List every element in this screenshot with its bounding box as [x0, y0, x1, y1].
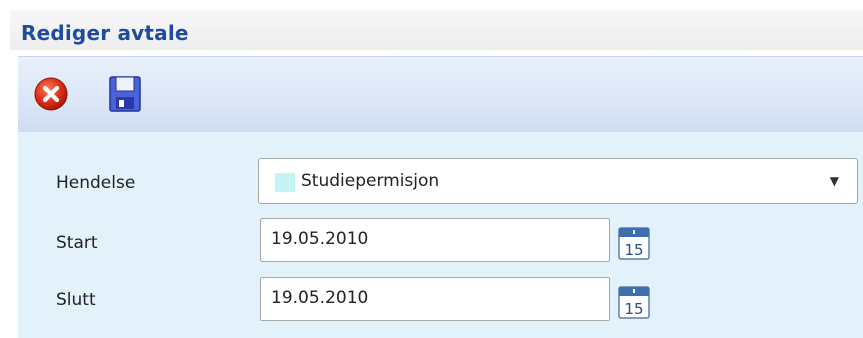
- event-label: Hendelse: [56, 173, 136, 193]
- toolbar: [18, 56, 863, 132]
- floppy-disk-icon: [109, 76, 141, 112]
- end-date-input[interactable]: 19.05.2010: [260, 277, 610, 321]
- cancel-button[interactable]: [34, 77, 68, 111]
- event-select[interactable]: Studiepermisjon ▼: [258, 158, 858, 204]
- end-calendar-button[interactable]: 15: [618, 285, 650, 319]
- calendar-day: 15: [624, 300, 643, 318]
- dialog-title-bar: Rediger avtale: [10, 10, 863, 50]
- calendar-day: 15: [624, 241, 643, 259]
- event-select-value: Studiepermisjon: [301, 171, 440, 191]
- calendar-icon: 15: [618, 286, 650, 319]
- dialog-title: Rediger avtale: [21, 21, 189, 45]
- form-panel: Hendelse Studiepermisjon ▼ Start 19.05.2…: [18, 132, 863, 338]
- calendar-icon: 15: [618, 227, 650, 260]
- chevron-down-icon[interactable]: ▼: [830, 174, 839, 188]
- start-calendar-button[interactable]: 15: [618, 226, 650, 260]
- start-date-input[interactable]: 19.05.2010: [260, 218, 610, 262]
- save-button[interactable]: [108, 75, 142, 112]
- end-label: Slutt: [56, 290, 96, 310]
- event-color-swatch: [275, 173, 295, 192]
- start-label: Start: [56, 233, 98, 253]
- close-circle-icon: [34, 77, 68, 111]
